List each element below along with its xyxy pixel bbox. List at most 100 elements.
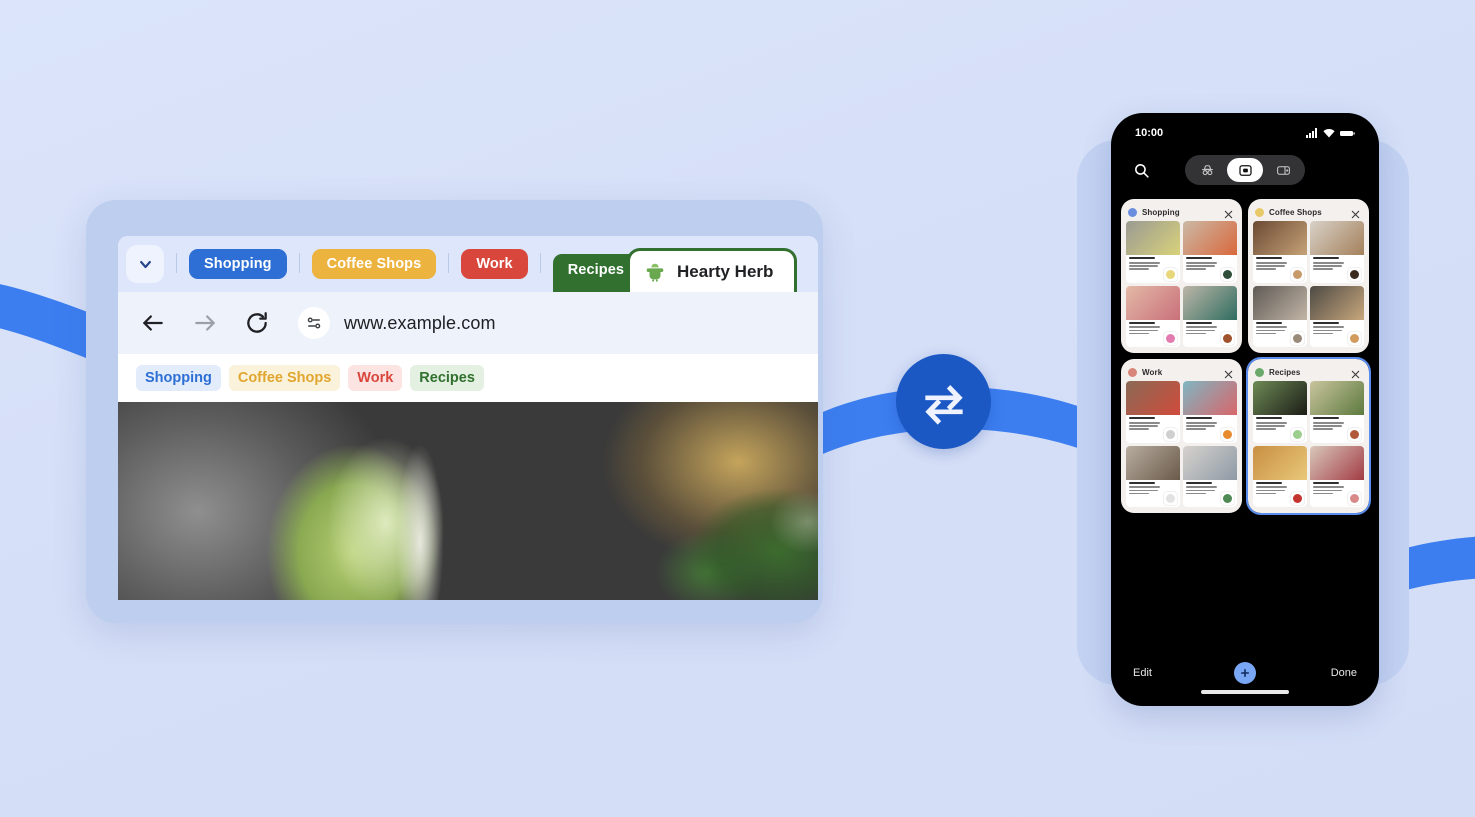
tab-group-coffee-shops[interactable]: Coffee Shops	[311, 249, 437, 279]
tab-thumbnail-text	[1129, 321, 1164, 345]
tab-favicon-badge	[1221, 267, 1234, 281]
search-icon[interactable]	[1129, 158, 1153, 182]
segment-tab-groups[interactable]	[1265, 158, 1301, 182]
tab-thumbnail-text	[1186, 481, 1221, 505]
tab-group-card-shopping[interactable]: Shopping	[1121, 199, 1242, 353]
view-mode-segmented-control	[1185, 155, 1305, 185]
close-icon[interactable]	[1350, 367, 1361, 379]
tab-thumbnail[interactable]	[1126, 221, 1180, 283]
bookmark-work[interactable]: Work	[348, 365, 403, 391]
tab-thumbnail[interactable]	[1183, 445, 1237, 507]
tab-thumbnail-meta	[1183, 415, 1237, 442]
tab-thumbnail-text	[1313, 417, 1348, 440]
tab-thumbnail[interactable]	[1183, 381, 1237, 443]
plus-icon	[1240, 668, 1250, 678]
tab-thumbnail-meta	[1310, 320, 1364, 347]
tab-group-shopping[interactable]: Shopping	[189, 249, 287, 279]
tab-favicon-badge	[1291, 492, 1304, 505]
tab-thumbnail[interactable]	[1126, 285, 1180, 347]
tab-thumbnail-text	[1256, 257, 1291, 280]
tab-favicon-badge	[1348, 267, 1361, 281]
tab-thumbnail[interactable]	[1253, 221, 1307, 283]
tab-thumbnail[interactable]	[1183, 285, 1237, 347]
home-indicator	[1201, 690, 1289, 694]
tab-favicon-badge	[1291, 267, 1304, 281]
tab-group-card-work[interactable]: Work	[1121, 359, 1242, 513]
tab-favicon-badge	[1221, 492, 1234, 505]
close-icon[interactable]	[1223, 207, 1234, 219]
tab-thumbnail[interactable]	[1253, 445, 1307, 507]
add-tab-button[interactable]	[1234, 662, 1256, 684]
tab-thumbnail-image	[1126, 221, 1180, 256]
browser-toolbar: www.example.com	[118, 292, 818, 354]
tab-favicon-badge	[1221, 332, 1234, 345]
tab-favicon-badge	[1164, 492, 1177, 505]
tab-thumbnail-meta	[1183, 255, 1237, 282]
tab-separator	[298, 253, 300, 273]
tab-group-card-header: Recipes	[1253, 364, 1364, 381]
chevron-down-icon[interactable]	[126, 245, 164, 283]
tab-thumbnail[interactable]	[1310, 285, 1364, 347]
tab-thumbnail-grid	[1253, 221, 1364, 347]
edit-button[interactable]: Edit	[1133, 667, 1152, 679]
tab-thumbnail-image	[1253, 285, 1307, 320]
back-arrow-icon[interactable]	[136, 306, 170, 340]
tab-group-card-recipes[interactable]: Recipes	[1246, 357, 1371, 515]
tab-thumbnail-image	[1183, 381, 1237, 416]
tab-thumbnail[interactable]	[1310, 445, 1364, 507]
close-icon[interactable]	[1223, 367, 1234, 379]
tab-thumbnail-meta	[1253, 480, 1307, 507]
tab-thumbnail-text	[1129, 481, 1164, 505]
bookmark-shopping[interactable]: Shopping	[136, 365, 221, 391]
active-tab-title: Hearty Herb	[677, 261, 774, 281]
ribbon-right	[1406, 536, 1475, 590]
done-button[interactable]: Done	[1331, 667, 1357, 679]
bookmark-recipes[interactable]: Recipes	[410, 365, 484, 391]
group-color-dot	[1128, 368, 1137, 377]
tab-thumbnail-text	[1256, 417, 1291, 440]
tab-thumbnail-text	[1186, 321, 1221, 345]
tab-groups-icon	[1276, 165, 1290, 175]
tablet-device: Shopping Coffee Shops Work Recipes Heart…	[86, 200, 823, 623]
tab-group-card-title: Shopping	[1142, 208, 1180, 217]
tab-thumbnail[interactable]	[1183, 221, 1237, 283]
active-tab[interactable]: Hearty Herb	[627, 248, 798, 292]
tab-thumbnail-meta	[1126, 255, 1180, 282]
tab-group-card-title: Coffee Shops	[1269, 208, 1322, 217]
group-color-dot	[1255, 368, 1264, 377]
tab-thumbnail-meta	[1310, 255, 1364, 282]
segment-incognito[interactable]	[1189, 158, 1225, 182]
tab-favicon-badge	[1348, 427, 1361, 441]
tab-thumbnail-text	[1186, 257, 1221, 280]
tab-thumbnail[interactable]	[1253, 285, 1307, 347]
bookmark-coffee-shops[interactable]: Coffee Shops	[228, 365, 341, 391]
tab-thumbnail-text	[1256, 321, 1291, 345]
reload-icon[interactable]	[240, 306, 274, 340]
tab-group-card-coffee-shops[interactable]: Coffee Shops	[1248, 199, 1369, 353]
tab-thumbnail[interactable]	[1126, 381, 1180, 443]
segment-tabs[interactable]	[1227, 158, 1263, 182]
bookmarks-bar: Shopping Coffee Shops Work Recipes	[118, 354, 818, 402]
tab-thumbnail[interactable]	[1126, 445, 1180, 507]
tab-thumbnail-text	[1129, 417, 1164, 440]
tab-thumbnail-meta	[1253, 255, 1307, 282]
tab-thumbnail[interactable]	[1253, 381, 1307, 443]
tab-group-label: Work	[476, 256, 513, 272]
address-bar[interactable]: www.example.com	[292, 303, 800, 343]
tab-thumbnail[interactable]	[1310, 381, 1364, 443]
tab-thumbnail[interactable]	[1310, 221, 1364, 283]
tab-thumbnail-text	[1313, 257, 1348, 280]
herb-salad-favicon	[644, 261, 666, 283]
tab-thumbnail-meta	[1126, 320, 1180, 347]
tab-thumbnail-text	[1186, 417, 1221, 440]
tab-favicon-badge	[1348, 332, 1361, 345]
tab-thumbnail-text	[1313, 481, 1348, 505]
site-settings-icon[interactable]	[298, 307, 330, 339]
tab-group-work[interactable]: Work	[461, 249, 528, 279]
sync-badge	[896, 354, 991, 449]
sync-arrows-icon	[924, 384, 963, 425]
close-icon[interactable]	[1350, 207, 1361, 219]
tab-thumbnail-text	[1313, 321, 1348, 345]
tab-group-card-title: Recipes	[1269, 368, 1301, 377]
tab-thumbnail-meta	[1183, 480, 1237, 507]
